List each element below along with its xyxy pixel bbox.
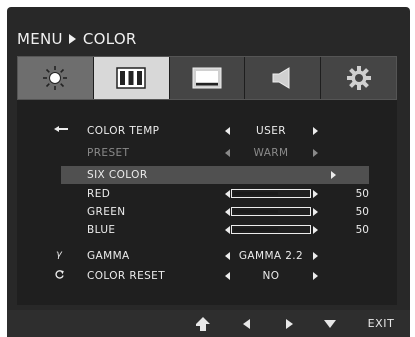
arrow-left-icon <box>243 318 250 329</box>
arrow-left-icon[interactable] <box>225 127 230 135</box>
color-temp-value: USER <box>256 125 286 137</box>
return-button[interactable] <box>190 310 216 337</box>
green-row[interactable]: GREEN 50 <box>17 203 397 221</box>
arrow-right-icon <box>286 318 293 329</box>
reset-icon <box>54 269 65 283</box>
preset-value: WARM <box>253 147 289 159</box>
blue-label: BLUE <box>87 224 116 236</box>
tab-picture[interactable] <box>18 57 94 99</box>
arrow-right-icon[interactable] <box>313 190 318 198</box>
arrow-down-icon <box>324 319 336 328</box>
color-reset-row[interactable]: COLOR RESET NO <box>17 267 397 285</box>
left-button[interactable] <box>237 310 257 337</box>
settings-panel: COLOR TEMP USER PRESET WARM SIX COLOR RE… <box>17 100 397 305</box>
color-bars-icon <box>116 67 146 89</box>
green-slider-fill <box>234 210 278 213</box>
pointer-icon <box>54 124 68 137</box>
arrow-left-icon <box>225 149 230 157</box>
arrow-right-icon <box>313 149 318 157</box>
blue-value: 50 <box>355 224 369 236</box>
arrow-left-icon[interactable] <box>225 252 230 260</box>
arrow-left-icon[interactable] <box>225 208 230 216</box>
tab-sound[interactable] <box>245 57 322 99</box>
green-value: 50 <box>355 206 369 218</box>
arrow-right-icon[interactable] <box>313 252 318 260</box>
red-row[interactable]: RED 50 <box>17 185 397 203</box>
tab-bar <box>17 56 397 100</box>
control-bar: EXIT <box>7 310 410 337</box>
display-icon <box>192 67 222 89</box>
exit-button[interactable]: EXIT <box>356 310 406 337</box>
arrow-right-icon[interactable] <box>313 127 318 135</box>
gamma-label: GAMMA <box>87 250 130 262</box>
blue-slider[interactable] <box>231 225 311 234</box>
color-temp-row[interactable]: COLOR TEMP USER <box>17 122 397 140</box>
six-color-row[interactable]: SIX COLOR <box>61 166 369 184</box>
color-reset-value: NO <box>262 270 280 282</box>
color-temp-label: COLOR TEMP <box>87 125 160 137</box>
six-color-label: SIX COLOR <box>87 169 148 181</box>
arrow-right-icon[interactable] <box>313 226 318 234</box>
red-slider[interactable] <box>231 189 311 198</box>
arrow-right-icon[interactable] <box>331 171 336 179</box>
right-button[interactable] <box>279 310 299 337</box>
green-slider[interactable] <box>231 207 311 216</box>
gamma-value: GAMMA 2.2 <box>238 250 304 262</box>
speaker-icon <box>272 67 290 89</box>
gamma-row[interactable]: γ GAMMA GAMMA 2.2 <box>17 247 397 265</box>
return-up-icon <box>196 316 210 331</box>
preset-label: PRESET <box>87 147 130 159</box>
breadcrumb-arrow-icon <box>68 34 76 44</box>
blue-slider-fill <box>234 228 278 231</box>
breadcrumb: MENU COLOR <box>17 27 137 51</box>
tab-setup[interactable] <box>321 57 396 99</box>
page-title: COLOR <box>82 30 137 48</box>
red-label: RED <box>87 188 111 200</box>
arrow-left-icon[interactable] <box>225 226 230 234</box>
green-label: GREEN <box>87 206 126 218</box>
arrow-left-icon[interactable] <box>225 190 230 198</box>
gamma-icon: γ <box>56 249 62 260</box>
red-value: 50 <box>355 188 369 200</box>
menu-label: MENU <box>17 30 63 48</box>
arrow-right-icon[interactable] <box>313 272 318 280</box>
arrow-left-icon[interactable] <box>225 272 230 280</box>
preset-row: PRESET WARM <box>17 144 397 162</box>
tab-display[interactable] <box>169 57 246 99</box>
arrow-right-icon[interactable] <box>313 208 318 216</box>
down-button[interactable] <box>319 310 341 337</box>
gear-icon <box>346 66 371 90</box>
color-reset-label: COLOR RESET <box>87 270 166 282</box>
brightness-icon <box>43 66 68 90</box>
tab-color[interactable] <box>93 57 170 99</box>
red-slider-fill <box>234 192 278 195</box>
blue-row[interactable]: BLUE 50 <box>17 221 397 239</box>
